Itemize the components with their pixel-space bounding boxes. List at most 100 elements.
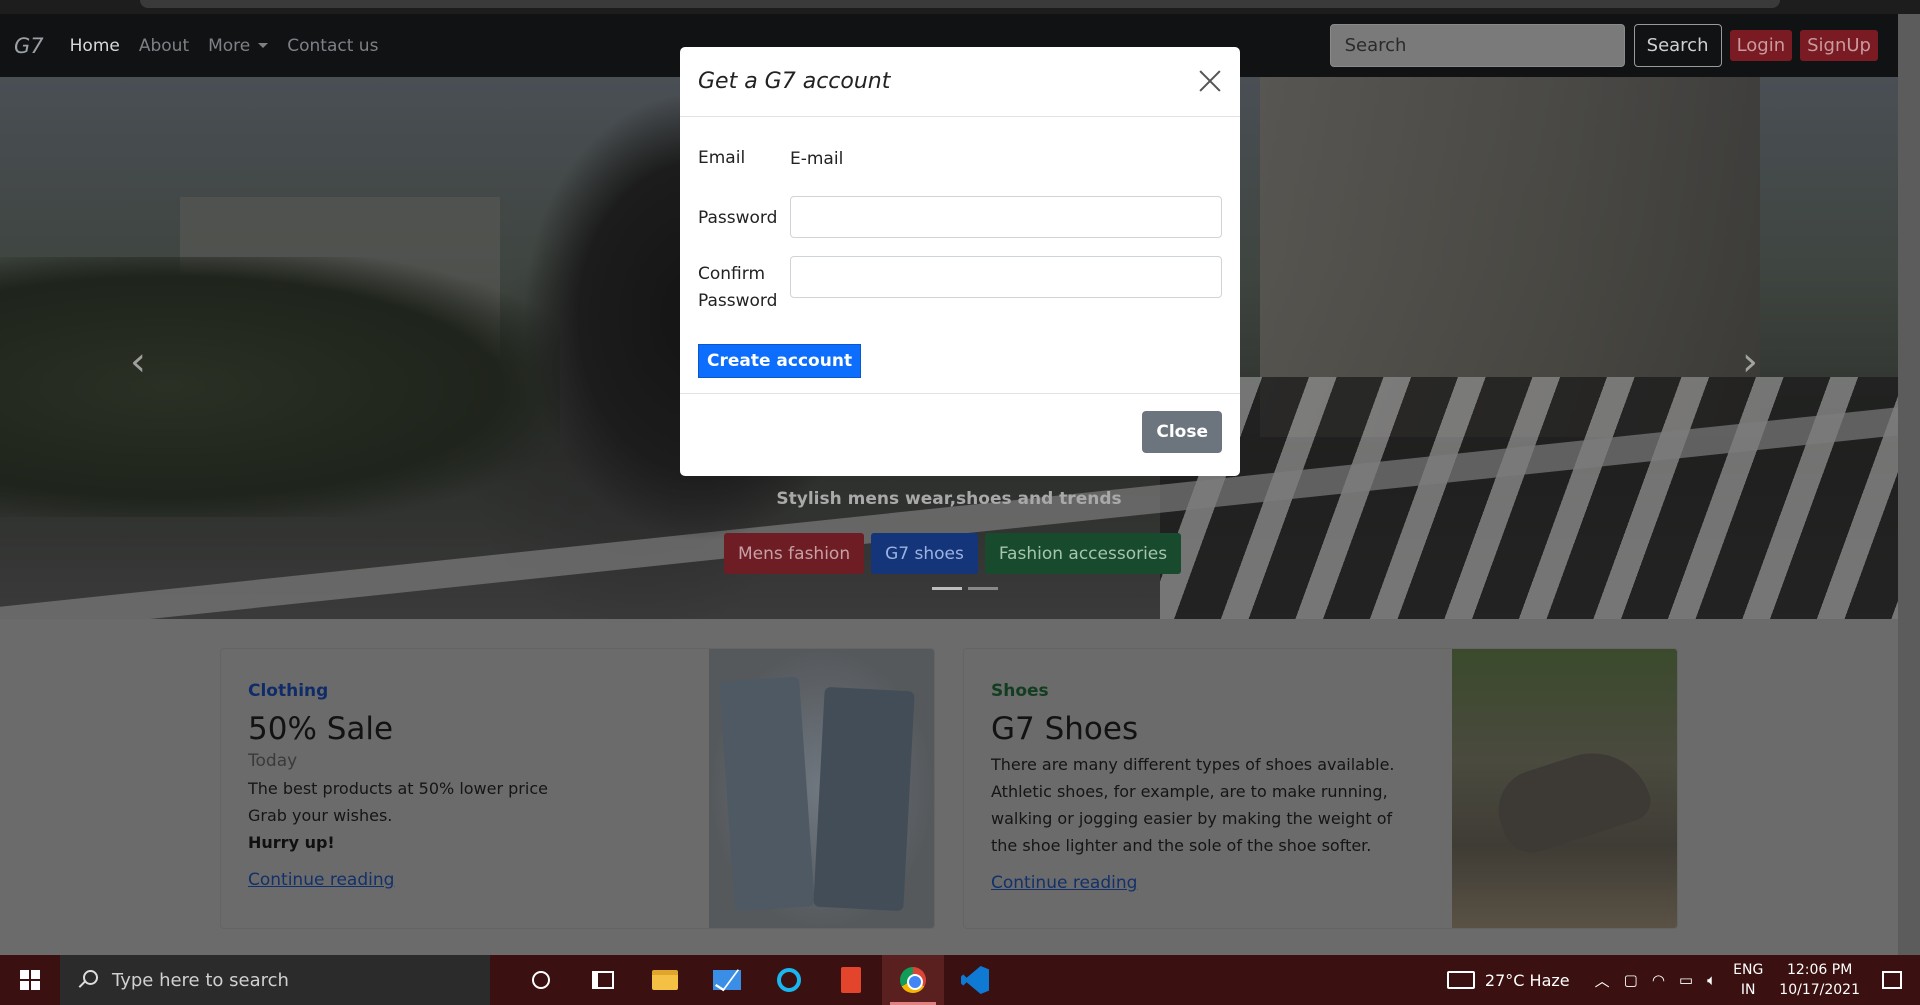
language-indicator[interactable]: ENG IN <box>1733 960 1763 1000</box>
file-explorer-button[interactable] <box>634 955 696 1005</box>
carousel-indicator[interactable] <box>968 587 998 590</box>
password-field[interactable] <box>790 196 1222 238</box>
hero-tagline: Stylish mens wear,shoes and trends <box>776 489 1122 509</box>
vscode-icon <box>961 966 989 994</box>
mail-button[interactable] <box>696 955 758 1005</box>
card-text: Grab your wishes. <box>248 806 393 825</box>
system-tray: 27°C Haze ︿ ▢ ◠ ▭ 🔈︎ ENG IN 12:06 PM 10/… <box>1446 955 1920 1005</box>
confirm-password-label-line1: Confirm <box>698 264 766 284</box>
office-button[interactable] <box>820 955 882 1005</box>
card-title: G7 Shoes <box>991 711 1139 747</box>
chrome-button[interactable] <box>882 955 944 1005</box>
carousel-next-icon[interactable]: › <box>1742 339 1758 385</box>
card-title: 50% Sale <box>248 711 394 747</box>
start-button[interactable] <box>0 955 60 1005</box>
alexa-icon <box>777 968 801 992</box>
folder-icon <box>652 970 678 990</box>
weather-widget[interactable]: 27°C Haze <box>1446 970 1570 990</box>
chevron-down-icon <box>258 43 269 48</box>
card-text: There are many different types of shoes … <box>991 755 1395 774</box>
modal-title: Get a G7 account <box>698 69 891 94</box>
clock[interactable]: 12:06 PM 10/17/2021 <box>1779 960 1860 1000</box>
cortana-icon <box>532 971 550 989</box>
card-category: Shoes <box>991 681 1049 701</box>
taskbar-search-input[interactable]: Type here to search <box>60 955 490 1005</box>
page-scrollbar[interactable] <box>1898 14 1920 955</box>
signup-button[interactable]: SignUp <box>1800 30 1878 61</box>
card-emphasis: Hurry up! <box>248 833 335 852</box>
nav-about[interactable]: About <box>139 36 189 56</box>
task-view-icon <box>592 971 614 989</box>
card-text: walking or jogging easier by making the … <box>991 809 1393 828</box>
carousel-prev-icon[interactable]: ‹ <box>130 339 146 385</box>
jeans-shape <box>813 686 915 912</box>
nav-right-group: Search Search Login SignUp <box>1329 24 1878 67</box>
windows-icon <box>20 970 40 990</box>
search-icon <box>76 969 98 991</box>
windows-taskbar: Type here to search 27°C Haze ︿ ▢ ◠ ▭ 🔈︎… <box>0 955 1920 1005</box>
chevron-up-icon[interactable]: ︿ <box>1595 970 1610 991</box>
clock-date: 10/17/2021 <box>1779 982 1860 998</box>
taskbar-apps <box>510 955 1006 1005</box>
cortana-button[interactable] <box>510 955 572 1005</box>
fashion-accessories-button[interactable]: Fashion accessories <box>984 533 1182 574</box>
card-body: Shoes G7 Shoes There are many different … <box>991 681 1431 893</box>
taskbar-search-placeholder: Type here to search <box>112 969 289 991</box>
card-text: The best products at 50% lower price <box>248 779 548 798</box>
browser-tab-strip <box>140 0 1780 8</box>
confirm-password-label-line2: Password <box>698 291 778 311</box>
browser-chrome-strip <box>0 0 1920 14</box>
weather-icon <box>1446 971 1475 989</box>
create-account-button[interactable]: Create account <box>698 344 862 378</box>
modal-header: Get a G7 account <box>680 47 1240 117</box>
meet-now-icon[interactable]: ▢ <box>1624 971 1638 989</box>
modal-body: Email E-mail Password Confirm Password C… <box>680 117 1240 394</box>
search-input[interactable]: Search <box>1329 24 1625 67</box>
close-icon[interactable] <box>1196 67 1224 95</box>
card-text: the shoe lighter and the sole of the sho… <box>991 836 1372 855</box>
nav-more-dropdown[interactable]: More <box>208 35 269 56</box>
mail-icon <box>713 970 741 990</box>
nav-home[interactable]: Home <box>70 36 120 56</box>
g7-shoes-button[interactable]: G7 shoes <box>871 533 978 574</box>
shoe-image <box>1452 649 1677 928</box>
mens-fashion-button[interactable]: Mens fashion <box>724 533 865 574</box>
signup-modal: Get a G7 account Email E-mail Password C… <box>680 47 1240 476</box>
weather-text: 27°C Haze <box>1484 970 1570 990</box>
office-icon <box>841 967 861 993</box>
carousel-indicators <box>932 587 998 590</box>
card-body: Clothing 50% Sale Today The best product… <box>248 681 688 890</box>
nav-contact[interactable]: Contact us <box>287 36 378 56</box>
email-label: Email <box>698 148 746 168</box>
password-label: Password <box>698 208 778 228</box>
continue-reading-link[interactable]: Continue reading <box>248 870 688 890</box>
hero-button-group: Mens fashion G7 shoes Fashion accessorie… <box>724 533 1182 574</box>
confirm-password-field[interactable] <box>790 256 1222 298</box>
card-category: Clothing <box>248 681 329 701</box>
shoe-shape <box>1488 737 1656 861</box>
battery-icon[interactable]: ▭ <box>1679 971 1693 989</box>
content-section: Clothing 50% Sale Today The best product… <box>0 619 1898 955</box>
clock-time: 12:06 PM <box>1786 962 1853 978</box>
clothing-card: Clothing 50% Sale Today The best product… <box>220 648 935 929</box>
wifi-icon[interactable]: ◠ <box>1652 971 1665 989</box>
volume-icon[interactable]: 🔈︎ <box>1707 971 1716 989</box>
jeans-shape <box>719 676 815 912</box>
card-subtitle: Today <box>248 751 298 771</box>
language-region: IN <box>1740 982 1756 998</box>
vscode-button[interactable] <box>944 955 1006 1005</box>
alexa-button[interactable] <box>758 955 820 1005</box>
chrome-icon <box>900 967 926 993</box>
search-button[interactable]: Search <box>1633 24 1722 67</box>
task-view-button[interactable] <box>572 955 634 1005</box>
jeans-image <box>709 649 934 928</box>
login-button[interactable]: Login <box>1729 30 1793 61</box>
close-button[interactable]: Close <box>1142 411 1222 453</box>
modal-footer: Close <box>680 394 1240 475</box>
brand-logo[interactable]: G7 <box>14 34 44 58</box>
notification-icon[interactable] <box>1882 971 1902 989</box>
shoes-card: Shoes G7 Shoes There are many different … <box>963 648 1678 929</box>
continue-reading-link[interactable]: Continue reading <box>991 873 1431 893</box>
nav-more-label: More <box>208 35 251 56</box>
carousel-indicator[interactable] <box>932 587 962 590</box>
